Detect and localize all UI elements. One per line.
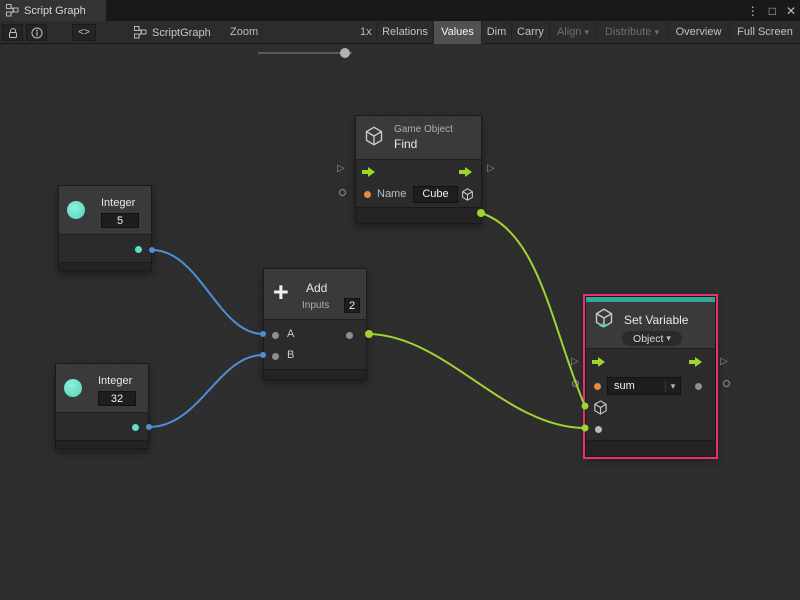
- distribute-label: Distribute: [605, 26, 651, 38]
- flow-input-icon[interactable]: [592, 357, 606, 367]
- flow-output-icon[interactable]: [689, 357, 703, 367]
- distribute-button[interactable]: Distribute ▾: [596, 21, 667, 44]
- node-title: Find: [394, 137, 417, 151]
- add-icon: +: [273, 270, 289, 314]
- zoom-slider-track[interactable]: [258, 52, 352, 54]
- zoom-value: 1x: [360, 26, 372, 38]
- chevron-down-icon: ▾: [655, 27, 660, 37]
- node-add[interactable]: + Add Inputs 2 A B: [263, 268, 367, 380]
- chevron-down-icon: ▾: [585, 27, 590, 37]
- setvar-output-ring[interactable]: [723, 380, 730, 387]
- integer-type-icon: [64, 379, 82, 397]
- node-title: Integer: [98, 375, 132, 387]
- node-category: Game Object: [394, 124, 453, 135]
- info-icon: [31, 27, 43, 39]
- sum-output-port[interactable]: [346, 332, 353, 339]
- graph-toolbar: <> ScriptGraph Zoom 1x Relations Values …: [0, 21, 800, 44]
- setvar-flow-in-triangle[interactable]: ▷: [571, 356, 579, 368]
- input-a-port[interactable]: [272, 332, 279, 339]
- integer-type-icon: [67, 201, 85, 219]
- game-object-output-icon[interactable]: [461, 188, 474, 201]
- graph-name: ScriptGraph: [152, 27, 211, 39]
- node-game-object-find[interactable]: Game Object Find Name Cube: [355, 115, 482, 224]
- new-value-input-port[interactable]: [595, 426, 602, 433]
- carry-button[interactable]: Carry: [511, 21, 549, 44]
- lock-icon: [7, 27, 19, 39]
- overview-button[interactable]: Overview: [667, 21, 729, 44]
- node-header[interactable]: <> Set Variable Object ▾: [586, 302, 715, 348]
- maximize-icon[interactable]: □: [769, 4, 776, 18]
- inputs-count-field[interactable]: 2: [344, 298, 360, 313]
- node-title: Add: [306, 281, 327, 295]
- node-header[interactable]: + Add Inputs 2: [264, 269, 366, 319]
- tab-title: Script Graph: [24, 5, 86, 17]
- window-titlebar: Script Graph ⋮ □ ✕: [0, 0, 800, 21]
- input-a-label: A: [287, 328, 294, 340]
- scope-label: Object: [633, 333, 663, 345]
- values-button[interactable]: Values: [433, 21, 481, 44]
- window-menu-icon[interactable]: ⋮: [747, 4, 759, 18]
- node-title: Set Variable: [624, 313, 688, 327]
- graph-icon: [6, 4, 19, 17]
- code-icon: <>: [78, 27, 90, 38]
- node-header[interactable]: Game Object Find: [356, 116, 481, 159]
- node-integer-32[interactable]: Integer 32: [55, 363, 149, 449]
- name-value-field[interactable]: Cube: [413, 186, 458, 203]
- variable-name-dropdown[interactable]: sum ▾: [607, 377, 681, 395]
- align-label: Align: [557, 26, 581, 38]
- relations-button[interactable]: Relations: [376, 21, 433, 44]
- object-input-port-icon[interactable]: [593, 400, 608, 415]
- find-name-ring[interactable]: [339, 189, 346, 196]
- lock-button[interactable]: [2, 24, 23, 41]
- node-integer-5[interactable]: Integer 5: [58, 185, 152, 271]
- variable-name-port[interactable]: [594, 383, 601, 390]
- setvar-flow-out-triangle[interactable]: ▷: [720, 356, 728, 368]
- variable-name: sum: [608, 380, 665, 392]
- integer-output-port[interactable]: [135, 246, 142, 253]
- chevron-down-icon: ▾: [665, 381, 680, 392]
- edit-graph-button[interactable]: <>: [72, 24, 96, 41]
- graph-breadcrumb[interactable]: ScriptGraph: [134, 21, 211, 44]
- script-graph-icon: [134, 26, 147, 39]
- setvar-name-ring[interactable]: [572, 380, 579, 387]
- find-flow-in-triangle[interactable]: ▷: [337, 163, 345, 175]
- value-output-port[interactable]: [695, 383, 702, 390]
- zoom-label: Zoom: [230, 26, 258, 38]
- integer-value-field[interactable]: 32: [98, 391, 136, 406]
- find-flow-out-triangle[interactable]: ▷: [487, 163, 495, 175]
- inputs-label: Inputs: [302, 300, 329, 311]
- close-icon[interactable]: ✕: [786, 4, 796, 18]
- node-title: Integer: [101, 197, 135, 209]
- chevron-down-icon: ▾: [666, 333, 671, 344]
- full-screen-button[interactable]: Full Screen: [729, 21, 800, 44]
- dim-button[interactable]: Dim: [481, 21, 511, 44]
- name-input-port[interactable]: [364, 191, 371, 198]
- integer-value-field[interactable]: 5: [101, 213, 139, 228]
- zoom-slider-handle[interactable]: [340, 48, 350, 58]
- name-port-label: Name: [377, 188, 406, 200]
- node-set-variable[interactable]: <> Set Variable Object ▾ sum ▾: [585, 296, 716, 457]
- flow-input-icon[interactable]: [362, 167, 376, 177]
- flow-output-icon[interactable]: [459, 167, 473, 177]
- node-header[interactable]: Integer 32: [56, 364, 148, 412]
- integer-output-port[interactable]: [132, 424, 139, 431]
- input-b-label: B: [287, 349, 294, 361]
- align-button[interactable]: Align ▾: [549, 21, 596, 44]
- info-button[interactable]: [26, 24, 47, 41]
- scope-dropdown[interactable]: Object ▾: [622, 331, 682, 346]
- cube-icon: [364, 126, 384, 146]
- node-header[interactable]: Integer 5: [59, 186, 151, 234]
- tab-script-graph[interactable]: Script Graph: [0, 0, 106, 21]
- input-b-port[interactable]: [272, 353, 279, 360]
- variable-code-icon: <>: [599, 321, 606, 330]
